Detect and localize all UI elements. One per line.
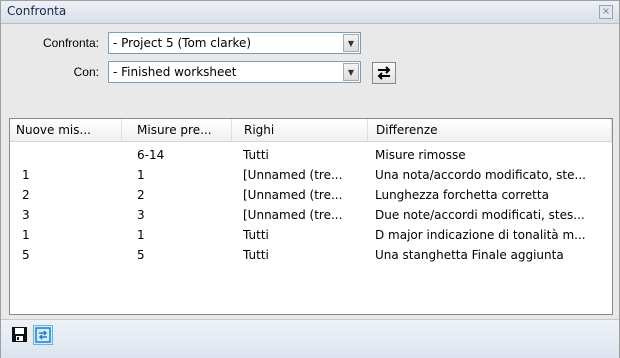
- swap-button[interactable]: [372, 62, 396, 84]
- with-label: Con:: [73, 65, 99, 79]
- window-title: Confronta: [7, 4, 67, 18]
- cell-staves: Tutti: [243, 148, 269, 162]
- cell-new-measures: 2: [22, 188, 30, 202]
- cell-new-measures: 1: [22, 168, 30, 182]
- table-row[interactable]: 1 1 [Unnamed (tre... Una nota/accordo mo…: [10, 165, 612, 185]
- cell-previous-measures: 5: [137, 248, 145, 262]
- cell-staves: [Unnamed (tre...: [243, 168, 343, 182]
- cell-previous-measures: 1: [137, 228, 145, 242]
- cell-staves: Tutti: [243, 228, 269, 242]
- with-select-value: - Finished worksheet: [113, 65, 237, 79]
- table-row[interactable]: 3 3 [Unnamed (tre... Due note/accordi mo…: [10, 205, 612, 225]
- cell-difference: Una stanghetta Finale aggiunta: [375, 248, 564, 262]
- title-bar: Confronta ×: [1, 1, 619, 24]
- cell-new-measures: 3: [22, 208, 30, 222]
- compare-label: Confronta:: [42, 36, 99, 50]
- swap-arrows-icon: [377, 66, 391, 80]
- bottom-toolbar: [1, 319, 619, 358]
- save-button[interactable]: [9, 325, 29, 345]
- table-row[interactable]: 2 2 [Unnamed (tre... Lunghezza forchetta…: [10, 185, 612, 205]
- compare-window: Confronta × Confronta: - Project 5 (Tom …: [0, 0, 620, 358]
- cell-previous-measures: 1: [137, 168, 145, 182]
- cell-difference: Misure rimosse: [375, 148, 466, 162]
- column-header-previous-measures[interactable]: Misure pre...: [122, 119, 232, 141]
- cell-staves: [Unnamed (tre...: [243, 188, 343, 202]
- close-icon[interactable]: ×: [599, 5, 613, 19]
- cell-staves: Tutti: [243, 248, 269, 262]
- cell-difference: D major indicazione di tonalità m...: [375, 228, 586, 242]
- compare-select[interactable]: - Project 5 (Tom clarke) ▼: [108, 32, 361, 54]
- cell-new-measures: 1: [22, 228, 30, 242]
- cell-previous-measures: 6-14: [137, 148, 165, 162]
- cell-difference: Una nota/accordo modificato, ste...: [375, 168, 586, 182]
- cell-previous-measures: 2: [137, 188, 145, 202]
- compare-button[interactable]: [33, 325, 53, 345]
- with-select[interactable]: - Finished worksheet ▼: [108, 61, 361, 83]
- differences-table[interactable]: Nuove mis... Misure pre... Righi Differe…: [9, 118, 613, 315]
- save-icon: [11, 327, 27, 342]
- table-row[interactable]: 5 5 Tutti Una stanghetta Finale aggiunta: [10, 245, 612, 265]
- table-header: Nuove mis... Misure pre... Righi Differe…: [10, 119, 612, 142]
- table-row[interactable]: 1 1 Tutti D major indicazione di tonalit…: [10, 225, 612, 245]
- chevron-down-icon[interactable]: ▼: [343, 63, 359, 81]
- cell-new-measures: [10, 145, 122, 165]
- column-header-differences[interactable]: Differenze: [368, 119, 612, 141]
- cell-previous-measures: 3: [137, 208, 145, 222]
- chevron-down-icon[interactable]: ▼: [343, 34, 359, 52]
- column-header-new-measures[interactable]: Nuove mis...: [10, 119, 122, 141]
- cell-staves: [Unnamed (tre...: [243, 208, 343, 222]
- compare-select-value: - Project 5 (Tom clarke): [113, 36, 252, 50]
- table-row[interactable]: 6-14 Tutti Misure rimosse: [10, 145, 612, 165]
- column-header-staves[interactable]: Righi: [232, 119, 368, 141]
- cell-difference: Due note/accordi modificati, stes...: [375, 208, 585, 222]
- compare-icon: [35, 327, 51, 343]
- cell-new-measures: 5: [22, 248, 30, 262]
- cell-difference: Lunghezza forchetta corretta: [375, 188, 549, 202]
